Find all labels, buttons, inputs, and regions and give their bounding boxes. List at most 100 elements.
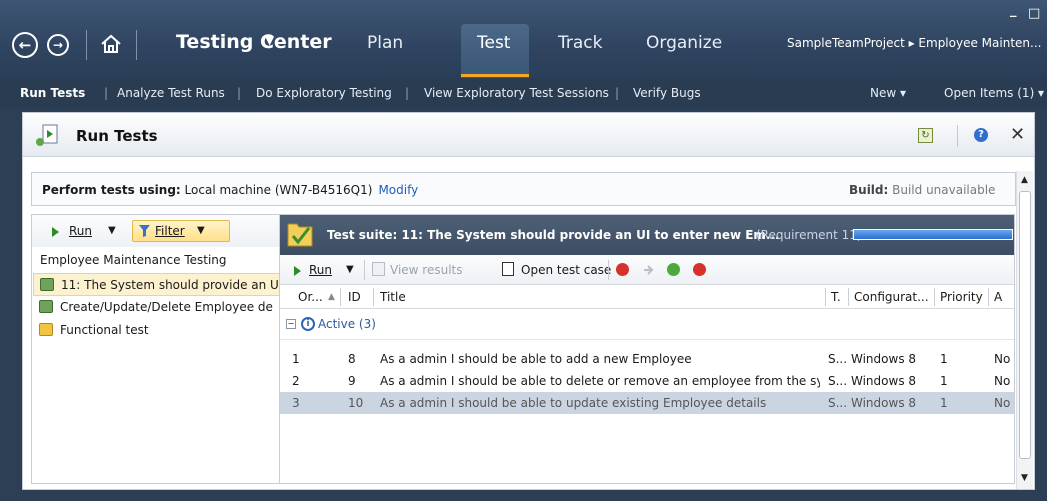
filter-icon [139,225,150,237]
divider: | [615,86,620,100]
filter-label: Filter [155,224,185,238]
run-dropdown-icon[interactable]: ▼ [108,225,116,236]
table-row[interactable]: 1 8 As a admin I should be able to add a… [280,348,1014,370]
suite-requirement-link[interactable]: (Requirement 11) [756,228,862,242]
cell-title: As a admin I should be able to delete or… [380,374,820,388]
scroll-up-icon[interactable]: ▲ [1021,175,1028,185]
fail-test-icon[interactable] [693,263,706,276]
column-divider[interactable] [825,288,826,306]
column-order[interactable]: Or... [298,290,323,304]
open-test-case-icon [502,262,514,276]
column-id[interactable]: ID [348,290,361,304]
tab-organize[interactable]: Organize [646,33,722,53]
build-info: Build: Build unavailable [849,183,995,197]
divider [608,260,609,280]
cell-id: 8 [348,352,356,366]
view-results-icon [372,262,385,276]
cell-id: 9 [348,374,356,388]
table-row[interactable]: 2 9 As a admin I should be able to delet… [280,370,1014,392]
cell-configuration: Windows 8 [851,374,917,388]
run-icon[interactable] [52,227,59,237]
new-menu[interactable]: New ▾ [870,86,906,100]
column-tester[interactable]: T. [831,290,841,304]
divider [136,30,137,60]
run-button[interactable]: Run [69,224,92,238]
collapse-icon[interactable]: − [286,319,296,329]
close-icon[interactable]: ✕ [1010,124,1025,145]
run-tests-panel: Run Tests ↻ ? ✕ Perform tests using: Loc… [22,112,1035,490]
group-label: Active (3) [318,317,376,331]
cell-order: 3 [292,396,300,410]
table-row-selected[interactable]: 3 10 As a admin I should be able to upda… [280,392,1014,414]
subnav-do-exploratory-testing[interactable]: Do Exploratory Testing [256,86,392,100]
column-divider[interactable] [340,288,341,306]
reset-test-icon[interactable] [642,263,656,277]
scroll-down-icon[interactable]: ▼ [1021,473,1028,483]
panel-title: Run Tests [76,127,158,145]
panel-scrollbar[interactable]: ▲ ▼ [1016,171,1033,489]
divider: | [405,86,410,100]
tab-active-indicator [461,74,529,77]
sub-navigation: Run Tests | Analyze Test Runs | Do Explo… [0,78,1047,108]
subnav-run-tests[interactable]: Run Tests [20,86,85,100]
divider [86,30,87,60]
cell-assigned: No [994,352,1011,366]
tree-item-suite-11[interactable]: 11: The System should provide an U [33,273,280,296]
column-divider[interactable] [988,288,989,306]
modify-link[interactable]: Modify [378,183,418,197]
back-icon[interactable]: ← [12,32,38,58]
cell-tester: S... [828,374,848,388]
view-results-button[interactable]: View results [390,263,463,277]
minimize-button[interactable]: _ [1010,3,1017,18]
refresh-icon[interactable]: ↻ [918,128,933,143]
tab-track[interactable]: Track [558,33,602,53]
run-dropdown-icon[interactable]: ▼ [346,264,354,275]
column-priority[interactable]: Priority [940,290,983,304]
build-value: Build unavailable [888,183,996,197]
tree-item-label: 11: The System should provide an U [61,278,279,292]
block-test-icon[interactable] [616,263,629,276]
tab-plan[interactable]: Plan [367,33,403,53]
tree-item-label: Functional test [60,323,149,337]
cell-order: 1 [292,352,300,366]
tab-test[interactable]: Test [477,33,510,53]
grid-header: Or... ▲ ID Title T. Configurat... Priori… [280,285,1014,309]
cell-priority: 1 [940,352,948,366]
cell-priority: 1 [940,396,948,410]
tree-item-functional-test[interactable]: Functional test [33,319,280,342]
subnav-verify-bugs[interactable]: Verify Bugs [633,86,701,100]
app-title: Testing Center [176,31,332,53]
column-assigned[interactable]: A [994,290,1002,304]
subnav-view-exploratory-sessions[interactable]: View Exploratory Test Sessions [424,86,609,100]
panel-header: Run Tests ↻ ? ✕ [23,113,1034,157]
cell-configuration: Windows 8 [851,352,917,366]
tree-toolbar: Run ▼ Filter ▼ [32,215,280,247]
cell-configuration: Windows 8 [851,396,917,410]
app-dropdown-icon[interactable]: ▼ [265,33,274,47]
column-divider[interactable] [373,288,374,306]
tree-item-crud-suite[interactable]: Create/Update/Delete Employee de [33,296,280,319]
group-row-active[interactable]: − i Active (3) [280,310,1014,340]
run-icon[interactable] [294,266,301,276]
column-divider[interactable] [934,288,935,306]
home-icon[interactable] [100,34,122,54]
forward-icon[interactable]: → [47,34,69,56]
column-title[interactable]: Title [380,290,406,304]
filter-button[interactable]: Filter ▼ [132,220,230,242]
maximize-button[interactable]: □ [1028,6,1040,21]
subnav-analyze-test-runs[interactable]: Analyze Test Runs [117,86,225,100]
cell-assigned: No [994,374,1011,388]
scrollbar-thumb[interactable] [1019,191,1031,459]
column-divider[interactable] [848,288,849,306]
run-button[interactable]: Run [309,263,332,277]
column-configuration[interactable]: Configurat... [854,290,929,304]
open-items-menu[interactable]: Open Items (1) ▾ [944,86,1044,100]
test-plan-name: Employee Maintenance Testing [40,253,227,267]
project-breadcrumb[interactable]: SampleTeamProject ▸ Employee Mainten... [787,36,1041,50]
divider: | [104,86,109,100]
cell-priority: 1 [940,374,948,388]
pass-test-icon[interactable] [667,263,680,276]
help-icon[interactable]: ? [974,128,988,142]
perform-machine: Local machine (WN7-B4516Q1) [180,183,373,197]
open-test-case-button[interactable]: Open test case [521,263,611,277]
